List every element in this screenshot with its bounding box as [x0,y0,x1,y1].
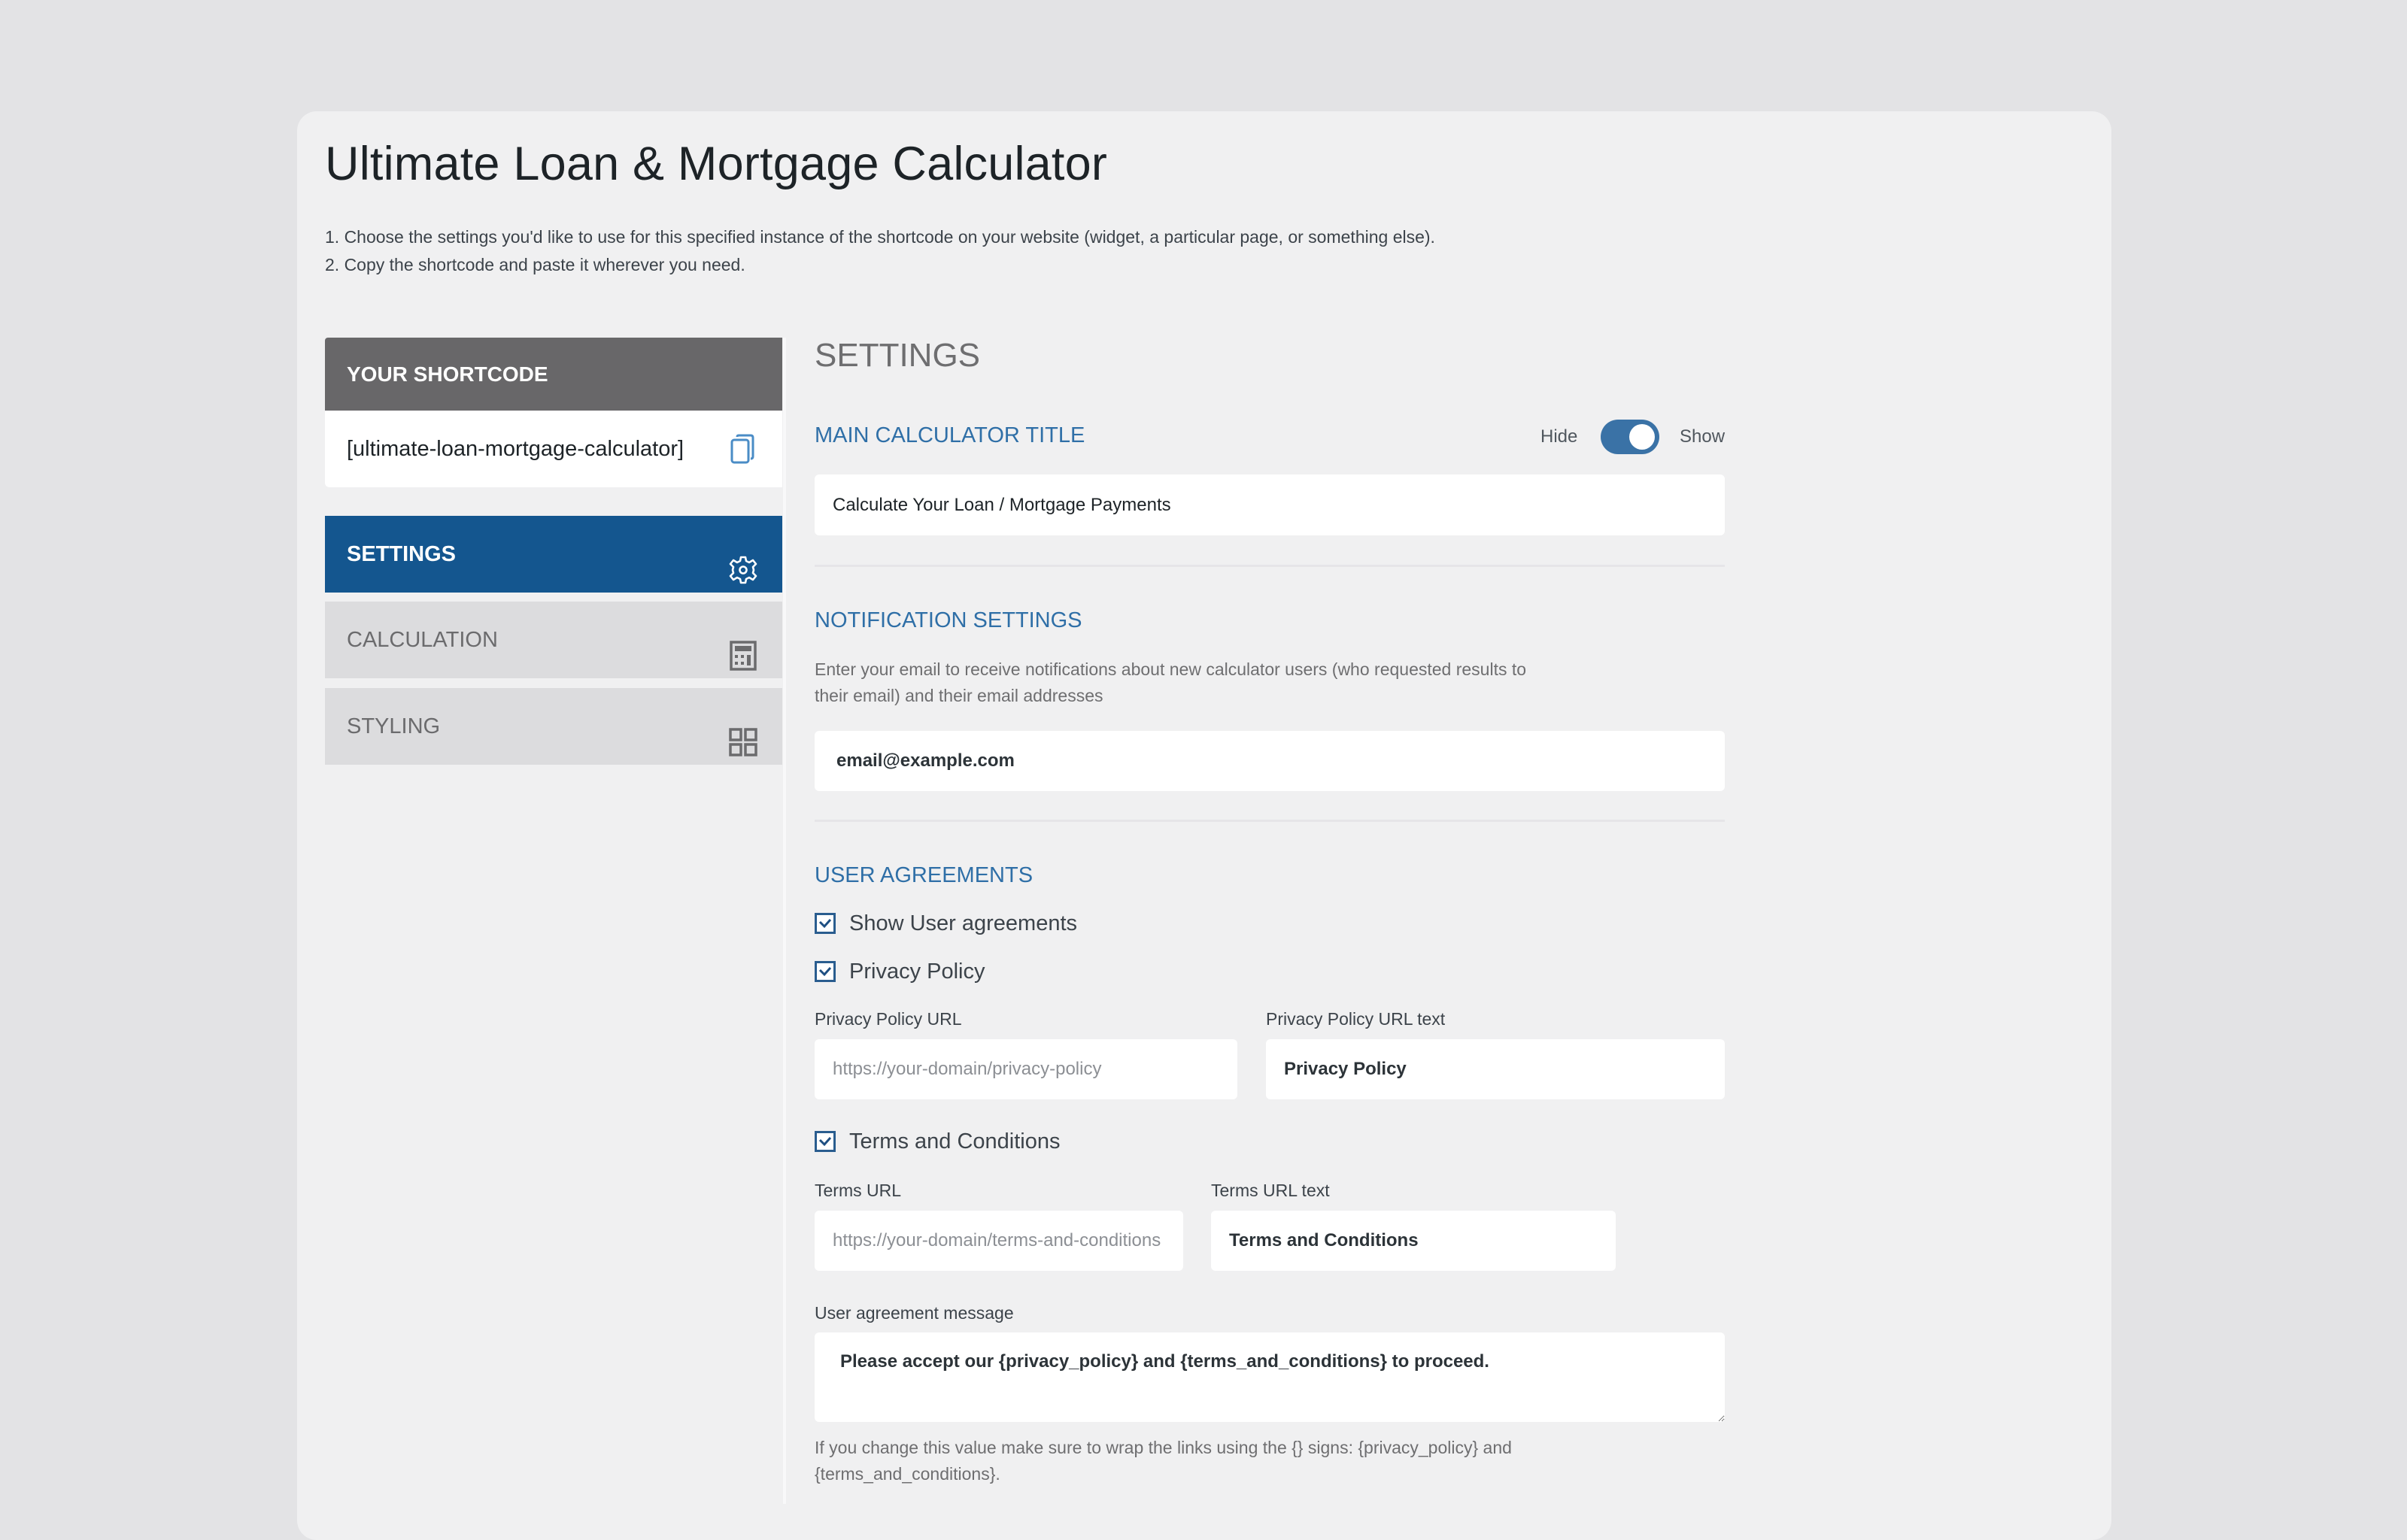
terms-url-text-input[interactable] [1211,1211,1616,1271]
privacy-url-input[interactable] [815,1039,1237,1099]
agreement-help-line-1: If you change this value make sure to wr… [815,1438,1512,1457]
page-title: Ultimate Loan & Mortgage Calculator [325,138,1108,190]
sidebar-divider [783,338,786,1504]
checkbox-label: Terms and Conditions [849,1129,1061,1153]
agreement-message-label: User agreement message [815,1303,1014,1323]
toggle-hide-label: Hide [1540,426,1578,447]
sidebar-tab-settings[interactable]: SETTINGS [325,516,782,593]
notification-heading: NOTIFICATION SETTINGS [815,608,1082,632]
privacy-url-text-input[interactable] [1266,1039,1725,1099]
checkbox-label: Privacy Policy [849,959,985,984]
checkbox-label: Show User agreements [849,911,1078,935]
privacy-url-label: Privacy Policy URL [815,1009,962,1029]
calculator-icon [728,626,758,671]
section-divider [815,565,1725,567]
shortcode-value[interactable]: [ultimate-loan-mortgage-calculator] [325,411,782,487]
settings-heading: SETTINGS [815,337,981,374]
show-user-agreements-checkbox[interactable]: Show User agreements [815,910,1077,937]
grid-icon [728,712,758,756]
title-visibility-toggle[interactable] [1601,420,1659,454]
sidebar-tab-label: STYLING [347,714,441,738]
calculator-title-input[interactable] [815,474,1725,535]
terms-url-text-label: Terms URL text [1211,1181,1330,1200]
instruction-step-2: 2. Copy the shortcode and paste it where… [325,255,745,274]
notification-email-input[interactable] [815,731,1725,791]
instruction-step-1: 1. Choose the settings you'd like to use… [325,227,1435,247]
agreement-help-line-2: {terms_and_conditions}. [815,1464,1000,1484]
notification-description-line-1: Enter your email to receive notification… [815,659,1527,679]
sidebar-tab-label: SETTINGS [347,542,457,566]
user-agreements-heading: USER AGREEMENTS [815,863,1034,887]
toggle-show-label: Show [1680,426,1726,447]
gear-icon [728,540,758,584]
calculator-title-heading: MAIN CALCULATOR TITLE [815,423,1085,447]
sidebar-tab-label: CALCULATION [347,628,498,652]
terms-url-input[interactable] [815,1211,1183,1271]
terms-url-label: Terms URL [815,1181,902,1200]
privacy-policy-checkbox[interactable]: Privacy Policy [815,958,985,985]
terms-checkbox[interactable]: Terms and Conditions [815,1128,1060,1155]
section-divider [815,820,1725,822]
privacy-url-text-label: Privacy Policy URL text [1266,1009,1446,1029]
sidebar-tab-calculation[interactable]: CALCULATION [325,602,782,678]
checkbox-checked[interactable] [815,1131,836,1152]
main-card [297,111,2111,1540]
shortcode-header: YOUR SHORTCODE [325,338,782,411]
sidebar-tab-styling[interactable]: STYLING [325,688,782,765]
agreement-message-textarea[interactable]: Please accept our {privacy_policy} and {… [815,1332,1725,1422]
notification-description-line-2: their email) and their email addresses [815,686,1103,705]
copy-icon[interactable] [730,434,755,464]
toggle-knob [1629,424,1655,450]
checkbox-checked[interactable] [815,913,836,934]
checkbox-checked[interactable] [815,961,836,982]
